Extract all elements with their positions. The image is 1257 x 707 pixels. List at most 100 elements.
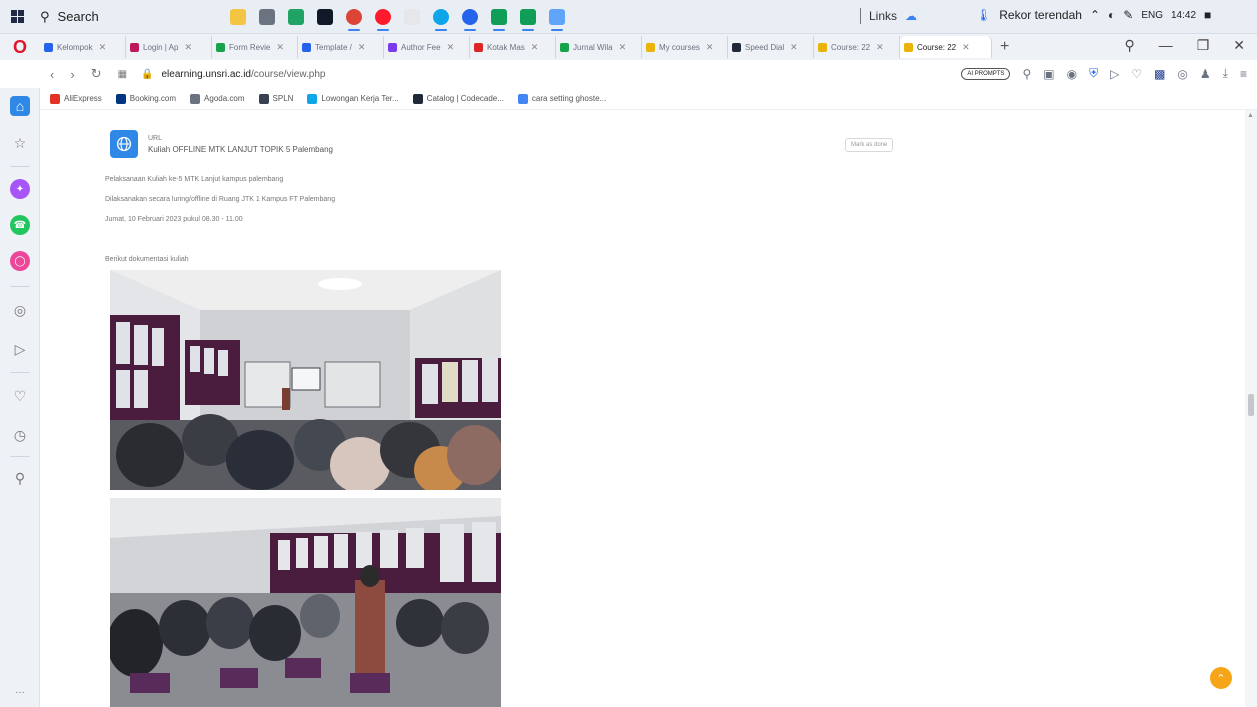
windows-start-icon[interactable] <box>0 0 34 34</box>
browser-tab[interactable]: Speed Dial ✕ <box>728 36 814 58</box>
photos-icon[interactable] <box>549 8 565 31</box>
store-icon[interactable] <box>317 8 333 25</box>
instagram-icon[interactable]: ◯ <box>10 251 30 271</box>
file-explorer-icon[interactable] <box>230 8 246 25</box>
bookmark-item[interactable]: cara setting ghoste... <box>517 93 606 104</box>
tab-overview-icon[interactable]: ▦ <box>118 69 127 80</box>
close-tab-icon[interactable]: ✕ <box>184 42 192 53</box>
opera-menu-icon[interactable]: O <box>10 37 30 57</box>
download-icon[interactable]: ⤓ <box>1223 66 1228 81</box>
close-tab-icon[interactable]: ✕ <box>447 42 455 53</box>
history-icon[interactable]: ◷ <box>10 425 30 445</box>
search-page-icon[interactable]: ⚲ <box>1022 67 1031 81</box>
snapshot-icon[interactable]: ▣ <box>1043 67 1054 81</box>
camera-icon[interactable]: ◉ <box>1067 67 1077 81</box>
bookmark-item[interactable]: AliExpress <box>50 93 102 104</box>
tab-label: Speed Dial <box>745 42 785 52</box>
more-options-icon[interactable]: … <box>10 680 30 700</box>
bookmark-item[interactable]: SPLN <box>258 93 293 104</box>
mark-as-done-button[interactable]: Mark as done <box>845 138 894 152</box>
excel-icon[interactable] <box>288 8 304 25</box>
url-domain: elearning.unsri.ac.id <box>161 68 252 80</box>
weather-icon: ☁ <box>905 9 918 23</box>
scroll-thumb[interactable] <box>1248 394 1254 416</box>
tab-favicon-icon <box>44 42 53 52</box>
activity-title-link[interactable]: Kuliah OFFLINE MTK LANJUT TOPIK 5 Palemb… <box>148 145 333 154</box>
messenger-icon[interactable] <box>462 8 478 31</box>
network-icon[interactable]: ◐ <box>1108 8 1115 22</box>
taskbar-links[interactable]: Links ☁ <box>860 8 917 24</box>
browser-tab[interactable]: Author Fee ✕ <box>384 36 470 58</box>
close-tab-icon[interactable]: ✕ <box>706 42 714 53</box>
task-view-icon[interactable] <box>259 8 275 25</box>
messenger-icon[interactable]: ✦ <box>10 179 30 199</box>
chevron-up-icon[interactable]: ⌃ <box>1090 8 1100 22</box>
close-tab-icon[interactable]: ✕ <box>358 42 366 53</box>
tab-favicon-icon <box>732 42 741 52</box>
aria-icon[interactable]: ◎ <box>10 300 30 320</box>
reload-icon[interactable]: ↻ <box>91 66 102 82</box>
restore-icon[interactable]: ❐ <box>1197 37 1210 54</box>
close-window-icon[interactable]: ✕ <box>1233 37 1245 54</box>
chrome-icon[interactable] <box>346 8 362 31</box>
back-icon[interactable]: ‹ <box>50 67 54 82</box>
pinboard-icon[interactable]: ⚲ <box>10 468 30 488</box>
close-tab-icon[interactable]: ✕ <box>876 42 884 53</box>
browser-tab[interactable]: Jurnal Wila ✕ <box>556 36 642 58</box>
browser-tab[interactable]: Login | Ap ✕ <box>126 36 212 58</box>
chrome-profile-2-icon[interactable] <box>520 8 536 31</box>
close-tab-icon[interactable]: ✕ <box>790 42 798 53</box>
close-tab-icon[interactable]: ✕ <box>276 42 284 53</box>
minimize-icon[interactable]: — <box>1159 37 1173 54</box>
home-icon[interactable]: ⌂ <box>10 96 30 116</box>
whatsapp-icon[interactable]: ☎ <box>10 215 30 235</box>
scroll-up-arrow-icon[interactable]: ▲ <box>1247 112 1254 119</box>
course-activity[interactable]: URL Kuliah OFFLINE MTK LANJUT TOPIK 5 Pa… <box>110 130 333 158</box>
new-tab-button[interactable]: + <box>1000 38 1009 56</box>
shield-icon[interactable]: ⛨ <box>1089 66 1098 81</box>
weather-text[interactable]: Rekor terendah <box>999 8 1082 22</box>
profile-icon[interactable]: ♟ <box>1200 67 1211 81</box>
taskbar-search[interactable]: ⚲ Search <box>34 5 194 29</box>
chrome-profile-icon[interactable] <box>491 8 507 31</box>
ai-prompts-button[interactable]: AI PROMPTS <box>961 67 1011 80</box>
edge-icon[interactable] <box>433 8 449 31</box>
close-tab-icon[interactable]: ✕ <box>962 42 970 53</box>
bookmark-item[interactable]: Lowongan Kerja Ter... <box>307 93 399 104</box>
flow-icon[interactable]: ▷ <box>1110 67 1119 81</box>
bookmark-item[interactable]: Agoda.com <box>190 93 245 104</box>
url-field[interactable]: 🔒 elearning.unsri.ac.id/course/view.php <box>141 69 325 80</box>
opera-icon[interactable] <box>375 8 391 31</box>
scroll-to-top-button[interactable]: ⌃ <box>1210 667 1232 689</box>
browser-tab[interactable]: Form Revie ✕ <box>212 36 298 58</box>
links-label: Links <box>869 9 898 23</box>
easy-setup-icon[interactable]: ≡ <box>1240 67 1247 81</box>
tab-search-icon[interactable]: ⚲ <box>1124 37 1134 54</box>
bookmarks-heart-icon[interactable]: ♡ <box>10 386 30 406</box>
bookmark-item[interactable]: Catalog | Codecade... <box>412 93 504 104</box>
bookmarks-bar: AliExpress Booking.com Agoda.com SPLN Lowong… <box>40 88 1257 110</box>
clock[interactable]: 14:42 <box>1171 10 1196 21</box>
browser-tab[interactable]: Course: 22 ✕ <box>900 36 992 58</box>
browser-tab[interactable]: Kotak Mas ✕ <box>470 36 556 58</box>
browser-tab[interactable]: Course: 22 ✕ <box>814 36 900 58</box>
page-scrollbar[interactable]: ▲ <box>1245 110 1257 707</box>
browser-tab[interactable]: My courses ✕ <box>642 36 728 58</box>
speed-dial-icon[interactable]: ☆ <box>10 133 30 153</box>
browser-tab[interactable]: Template / ✕ <box>298 36 384 58</box>
close-tab-icon[interactable]: ✕ <box>531 42 539 53</box>
my-flow-icon[interactable]: ▷ <box>10 339 30 359</box>
tab-favicon-icon <box>646 42 655 52</box>
bookmark-item[interactable]: Booking.com <box>115 93 176 104</box>
wallet-icon[interactable]: ◎ <box>1177 67 1187 81</box>
notepad-icon[interactable] <box>404 8 420 25</box>
close-tab-icon[interactable]: ✕ <box>99 42 107 53</box>
close-tab-icon[interactable]: ✕ <box>619 42 627 53</box>
forward-icon[interactable]: › <box>70 67 74 82</box>
heart-icon[interactable]: ♡ <box>1131 67 1142 81</box>
pen-icon[interactable]: ✎ <box>1123 8 1133 22</box>
notification-icon[interactable]: ■ <box>1204 8 1211 22</box>
extension-icon[interactable]: ▩ <box>1154 67 1165 81</box>
language-indicator[interactable]: ENG <box>1141 10 1163 21</box>
browser-tab[interactable]: Kelompok ✕ <box>40 36 126 58</box>
